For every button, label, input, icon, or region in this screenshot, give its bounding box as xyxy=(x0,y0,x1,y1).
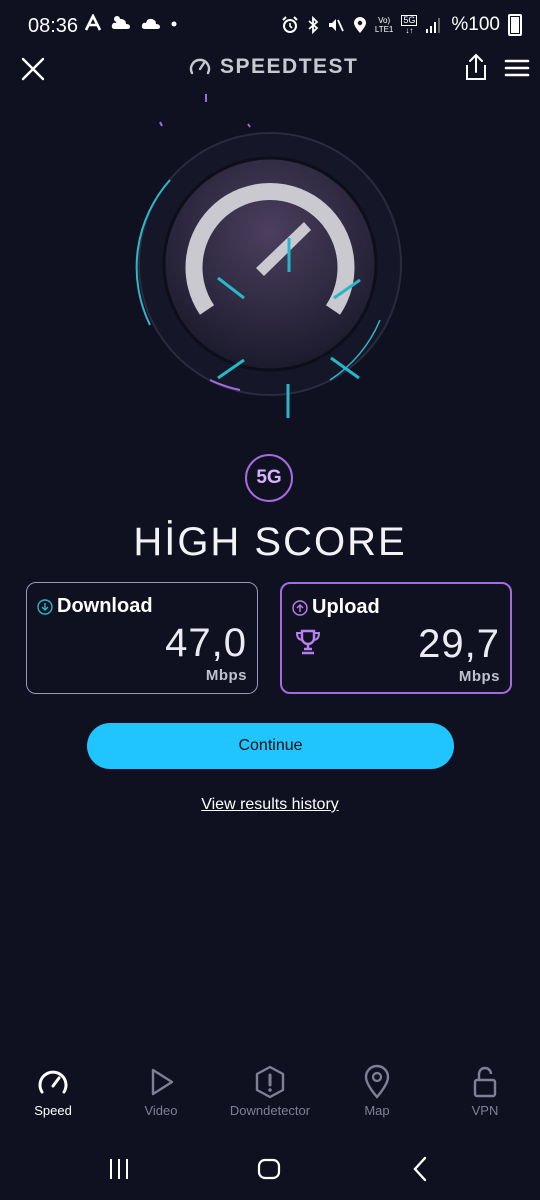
updown-arrows: ↓↑ xyxy=(405,26,414,35)
status-right-icons: Vo) LTE1 5G ↓↑ %100 xyxy=(281,14,522,36)
upload-title: Upload xyxy=(292,596,380,619)
bottom-nav: Speed Video Downdetector Map VPN xyxy=(0,1064,540,1136)
bluetooth-icon xyxy=(308,16,319,34)
alert-icon xyxy=(255,1065,285,1099)
battery-percent: %100 xyxy=(451,14,500,35)
share-icon[interactable] xyxy=(462,52,490,82)
upload-unit: Mbps xyxy=(458,668,500,685)
download-label: Download xyxy=(57,595,153,617)
status-time: 08:36 xyxy=(28,15,79,37)
nav-map[interactable]: Map xyxy=(332,1064,422,1118)
download-card: Download 47,0 Mbps xyxy=(26,582,258,694)
download-title: Download xyxy=(37,595,153,618)
volte-icon: Vo) LTE1 xyxy=(375,16,394,34)
speedometer-icon xyxy=(38,1070,68,1094)
app-title-text: SPEEDTEST xyxy=(220,55,359,78)
view-results-history-link[interactable]: View results history xyxy=(0,796,540,814)
menu-icon[interactable] xyxy=(504,56,530,80)
dot-icon xyxy=(171,21,177,27)
back-icon[interactable] xyxy=(406,1154,436,1184)
status-left-icons xyxy=(84,14,178,32)
upload-arrow-icon xyxy=(292,599,308,616)
download-arrow-icon xyxy=(37,598,53,615)
nav-video[interactable]: Video xyxy=(116,1064,206,1118)
nav-downdetector-label: Downdetector xyxy=(229,1103,311,1118)
upload-value: 29,7 xyxy=(418,622,500,666)
volte-text: Vo) xyxy=(378,16,391,25)
nav-vpn-label: VPN xyxy=(471,1103,499,1118)
nav-video-label: Video xyxy=(144,1103,178,1118)
continue-button[interactable]: Continue xyxy=(87,723,454,769)
result-headline: HİGH SCORE xyxy=(133,520,407,564)
app-header: SPEEDTEST xyxy=(0,48,540,88)
speed-gauge xyxy=(135,94,402,418)
play-icon xyxy=(151,1068,174,1096)
system-nav-bar xyxy=(0,1140,540,1200)
network-type-badge: 5G xyxy=(245,454,293,502)
mute-icon xyxy=(328,19,344,32)
nav-speed[interactable]: Speed xyxy=(8,1064,98,1118)
nav-vpn[interactable]: VPN xyxy=(440,1064,530,1118)
upload-card: Upload 29,7 Mbps xyxy=(280,582,512,694)
app-title: SPEEDTEST xyxy=(188,55,358,79)
alarm-icon xyxy=(282,16,298,33)
battery-icon xyxy=(508,14,522,36)
recent-apps-icon[interactable] xyxy=(104,1154,134,1184)
signal-icon xyxy=(426,18,441,33)
5g-text: 5G xyxy=(401,15,418,26)
close-icon[interactable] xyxy=(18,54,48,84)
a-logo-icon xyxy=(84,14,102,31)
download-value: 47,0 xyxy=(165,621,247,665)
speedtest-logo-icon xyxy=(189,58,211,75)
map-pin-icon xyxy=(364,1064,390,1099)
5g-icon: 5G ↓↑ xyxy=(401,15,418,35)
nav-map-label: Map xyxy=(364,1103,390,1118)
status-bar: 08:36 Vo) LTE1 5G ↓↑ %100 xyxy=(0,0,540,52)
lock-icon xyxy=(473,1066,497,1098)
location-icon xyxy=(353,17,366,33)
trophy-icon xyxy=(295,629,321,655)
lte-text: LTE1 xyxy=(374,25,394,34)
home-icon[interactable] xyxy=(254,1154,284,1184)
upload-label: Upload xyxy=(312,596,380,618)
cloud-icon xyxy=(111,16,130,29)
download-unit: Mbps xyxy=(205,667,247,684)
nav-speed-label: Speed xyxy=(34,1103,72,1118)
cloud-icon xyxy=(141,18,160,29)
nav-downdetector[interactable]: Downdetector xyxy=(225,1064,315,1118)
